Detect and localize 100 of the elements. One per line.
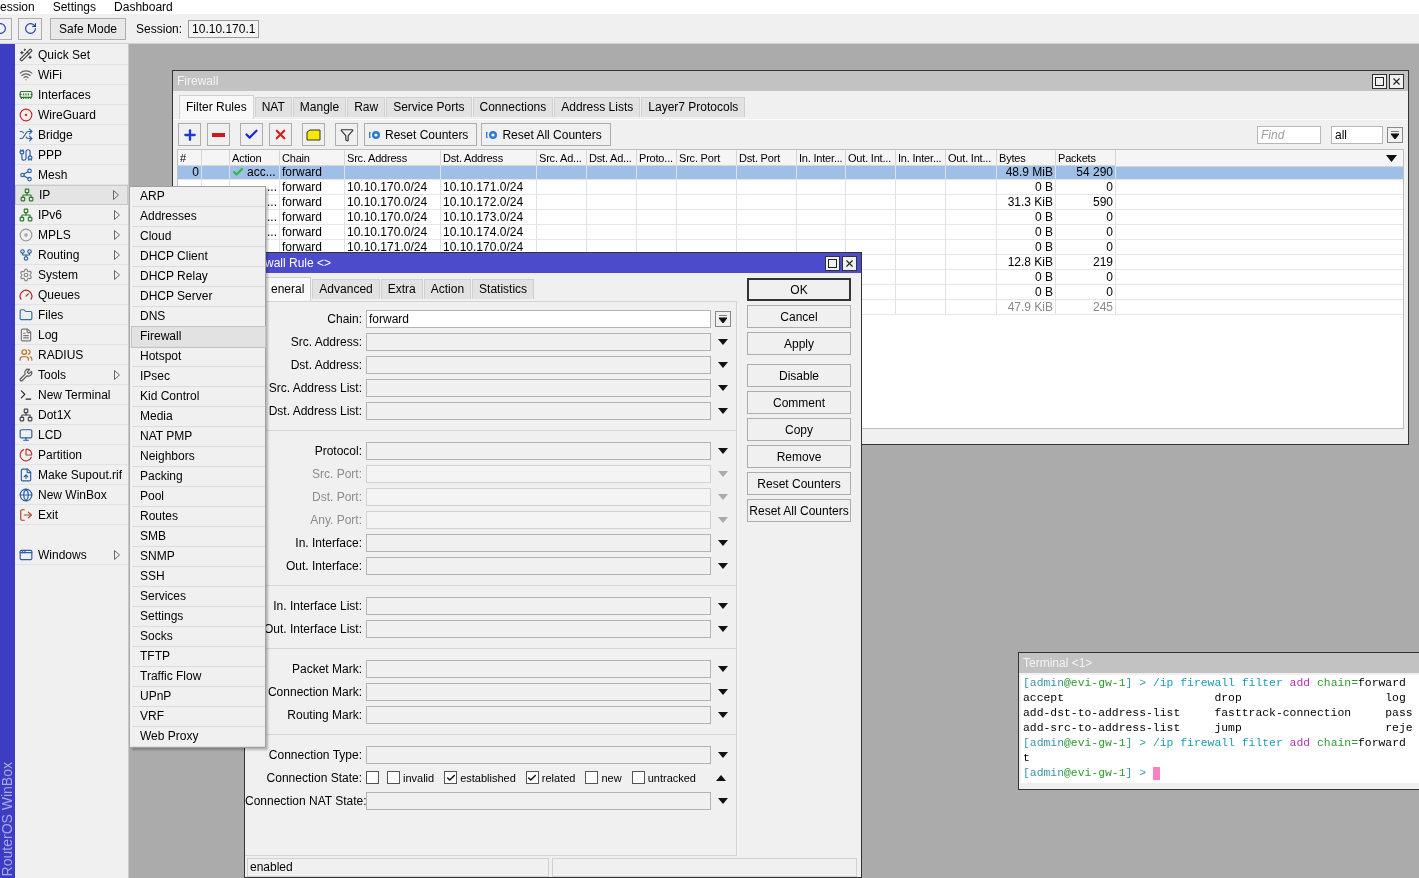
dropdown-arrow-icon[interactable] [717, 750, 729, 759]
tab[interactable]: Layer7 Protocols [641, 97, 746, 117]
sidebar-item[interactable]: Partition [15, 445, 128, 465]
submenu-item[interactable]: NAT PMP [132, 427, 265, 447]
input-field[interactable] [366, 619, 711, 638]
input-field[interactable] [366, 659, 711, 678]
sidebar-item[interactable]: Interfaces [15, 85, 128, 105]
submenu-item[interactable]: SMB [132, 527, 265, 547]
sidebar-item[interactable]: Make Supout.rif [15, 465, 128, 485]
submenu-item[interactable]: Routes [132, 507, 265, 527]
submenu-item[interactable]: DHCP Client [132, 247, 265, 267]
submenu-item[interactable]: ARP [132, 187, 265, 207]
input-field[interactable] [366, 682, 711, 701]
disable-button[interactable] [269, 123, 292, 146]
sidebar-item[interactable]: PPP [15, 145, 128, 165]
sidebar-item[interactable]: Windows [15, 545, 128, 565]
tab[interactable]: NAT [254, 97, 292, 117]
column-header[interactable]: Out. Int... [846, 150, 896, 166]
column-header[interactable]: # [178, 150, 202, 166]
dropdown-arrow-icon[interactable] [717, 796, 729, 805]
sidebar-item[interactable]: LCD [15, 425, 128, 445]
tab[interactable]: Action [423, 279, 472, 299]
select-field[interactable]: forward [366, 309, 711, 328]
submenu-item[interactable]: Media [132, 407, 265, 427]
menu-item[interactable]: Dashboard [114, 0, 177, 14]
submenu-item[interactable]: VRF [132, 707, 265, 727]
sidebar-item[interactable]: Log [15, 325, 128, 345]
collapse-arrow-icon[interactable] [715, 773, 727, 782]
dialog-button[interactable]: Reset Counters [747, 472, 851, 495]
filter-select[interactable]: all [1331, 125, 1383, 144]
input-field[interactable] [366, 401, 711, 420]
dropdown-arrow-icon[interactable] [717, 561, 729, 570]
column-header[interactable]: Src. Port [677, 150, 737, 166]
find-field[interactable]: Find [1257, 125, 1321, 144]
column-header[interactable]: Src. Ad... [537, 150, 587, 166]
input-field[interactable] [366, 355, 711, 374]
dropdown-arrow-icon[interactable] [717, 601, 729, 610]
submenu-item[interactable]: Cloud [132, 227, 265, 247]
tab[interactable]: Address Lists [554, 97, 641, 117]
tab[interactable]: Mangle [292, 97, 347, 117]
dropdown-arrow-icon[interactable] [717, 446, 729, 455]
input-field[interactable] [366, 332, 711, 351]
dialog-button[interactable]: OK [747, 278, 851, 301]
redo-button[interactable] [18, 17, 42, 40]
sidebar-item[interactable]: Queues [15, 285, 128, 305]
sidebar-item[interactable]: Tools [15, 365, 128, 385]
dropdown-arrow-icon[interactable] [717, 710, 729, 719]
enable-button[interactable] [240, 123, 263, 146]
submenu-item[interactable]: Neighbors [132, 447, 265, 467]
tab[interactable]: Service Ports [386, 97, 472, 117]
column-header[interactable]: In. Inter... [797, 150, 846, 166]
tab[interactable]: Connections [472, 97, 554, 117]
input-field[interactable] [366, 596, 711, 615]
sidebar-item[interactable]: WiFi [15, 65, 128, 85]
column-header[interactable]: Bytes [997, 150, 1056, 166]
submenu-item[interactable]: Kid Control [132, 387, 265, 407]
sidebar-item[interactable]: Bridge [15, 125, 128, 145]
add-button[interactable] [178, 123, 201, 146]
submenu-item[interactable]: DHCP Server [132, 287, 265, 307]
filter-button[interactable] [335, 123, 358, 146]
menu-item[interactable]: ession [0, 0, 39, 14]
reset-button[interactable]: Reset All Counters [481, 123, 611, 146]
sidebar-item[interactable]: RADIUS [15, 345, 128, 365]
sidebar-item[interactable]: New WinBox [15, 485, 128, 505]
reset-button[interactable]: Reset Counters [364, 123, 478, 146]
menu-item[interactable]: Settings [52, 0, 101, 14]
sidebar-item[interactable]: Routing [15, 245, 128, 265]
remove-button[interactable] [207, 123, 230, 146]
tab[interactable]: Extra [380, 279, 423, 299]
submenu-item[interactable]: Firewall [132, 327, 265, 347]
dropdown-arrow-icon[interactable] [717, 687, 729, 696]
submenu-item[interactable]: Settings [132, 607, 265, 627]
submenu-item[interactable]: DHCP Relay [132, 267, 265, 287]
maximize-button[interactable] [825, 255, 840, 271]
submenu-item[interactable]: UPnP [132, 687, 265, 707]
dropdown-arrow-icon[interactable] [717, 337, 729, 346]
input-field[interactable] [366, 745, 711, 764]
close-button[interactable] [1389, 73, 1404, 89]
dropdown-arrow-icon[interactable] [717, 406, 729, 415]
dropdown-arrow-icon[interactable] [717, 624, 729, 633]
sidebar-item[interactable]: WireGuard [15, 105, 128, 125]
dialog-button[interactable]: Comment [747, 391, 851, 414]
column-header[interactable]: Packets [1056, 150, 1116, 166]
column-header[interactable]: In. Inter... [896, 150, 946, 166]
column-header[interactable]: Out. Int... [946, 150, 997, 166]
tab[interactable]: Raw [347, 97, 386, 117]
sidebar-item[interactable]: Quick Set [15, 45, 128, 65]
checkbox[interactable] [366, 771, 379, 784]
submenu-item[interactable]: SSH [132, 567, 265, 587]
tab[interactable]: eneral [264, 277, 312, 301]
checkbox[interactable] [585, 771, 599, 784]
dialog-button[interactable]: Cancel [747, 305, 851, 328]
sidebar-item[interactable]: System [15, 265, 128, 285]
sidebar-item[interactable]: IPv6 [15, 205, 128, 225]
session-field[interactable]: 10.10.170.1 [188, 19, 260, 38]
dropdown-button[interactable] [715, 310, 731, 327]
input-field[interactable] [366, 441, 711, 460]
checkbox[interactable] [525, 771, 539, 784]
input-field[interactable] [366, 791, 711, 810]
safe-mode-button[interactable]: Safe Mode [50, 17, 127, 40]
